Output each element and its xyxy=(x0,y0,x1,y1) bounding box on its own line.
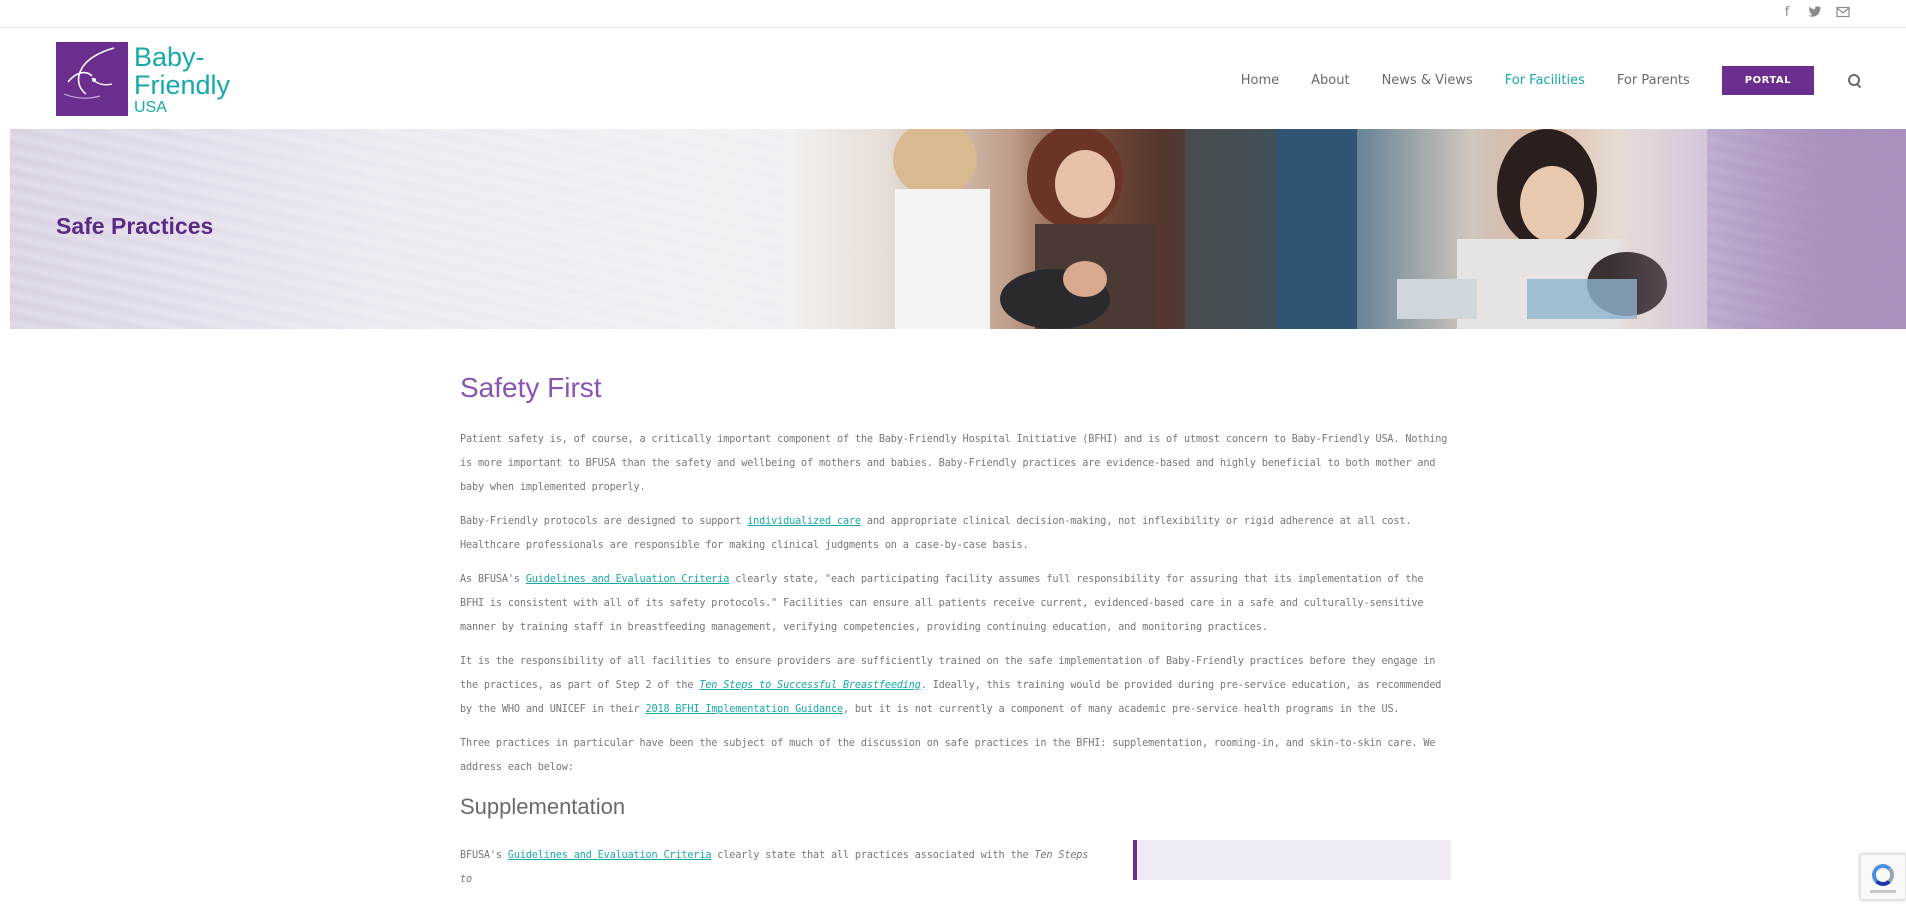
link-bfhi-implementation-guidance[interactable]: 2018 BFHI Implementation Guidance xyxy=(646,704,844,715)
social-bar: f xyxy=(0,0,1906,28)
paragraph-responsibility: It is the responsibility of all faciliti… xyxy=(460,650,1450,722)
page-title: Safe Practices xyxy=(56,213,214,239)
callout-box xyxy=(1133,840,1451,880)
link-individualized-care[interactable]: individualized care xyxy=(747,516,861,527)
paragraph-patient-safety: Patient safety is, of course, a critical… xyxy=(460,434,1448,493)
logo-line-1: Baby- xyxy=(134,42,205,72)
paragraph-supplementation: BFUSA's Guidelines and Evaluation Criter… xyxy=(460,844,1100,892)
nav-item-for-parents[interactable]: For Parents xyxy=(1617,73,1690,88)
hero-fade xyxy=(1610,129,1906,329)
text: clearly state that all practices associa… xyxy=(711,850,1035,861)
site-header: Baby- Friendly USA Home About News & Vie… xyxy=(0,28,1906,129)
logo-line-2: Friendly xyxy=(134,70,231,100)
section-title-safety-first: Safety First xyxy=(460,372,602,403)
paragraph-protocols: Baby-Friendly protocols are designed to … xyxy=(460,510,1450,558)
link-guidelines-criteria-2[interactable]: Guidelines and Evaluation Criteria xyxy=(508,850,712,861)
text: As BFUSA's xyxy=(460,574,526,585)
recaptcha-text-bar xyxy=(1870,890,1896,893)
hero-banner: Safe Practices xyxy=(10,129,1906,329)
hero-photo-nurse-mother-baby xyxy=(785,129,1285,329)
nav-item-about[interactable]: About xyxy=(1311,73,1349,88)
site-logo[interactable]: Baby- Friendly USA xyxy=(56,42,230,116)
main-nav: Home About News & Views For Facilities F… xyxy=(1209,66,1862,95)
link-guidelines-criteria[interactable]: Guidelines and Evaluation Criteria xyxy=(526,574,730,585)
logo-wordmark: Baby- Friendly USA xyxy=(134,42,230,116)
recaptcha-badge[interactable] xyxy=(1860,854,1906,900)
link-ten-steps[interactable]: Ten Steps to Successful Breastfeeding xyxy=(699,680,921,691)
nav-item-for-facilities[interactable]: For Facilities xyxy=(1505,73,1585,88)
supplementation-row: BFUSA's Guidelines and Evaluation Criter… xyxy=(460,840,1451,885)
logo-mark-icon xyxy=(56,42,128,116)
nav-item-home[interactable]: Home xyxy=(1241,73,1279,88)
email-icon[interactable] xyxy=(1836,6,1850,20)
paragraph-guidelines: As BFUSA's Guidelines and Evaluation Cri… xyxy=(460,568,1450,640)
section-title-supplementation: Supplementation xyxy=(460,794,626,819)
main-content: Safety First Patient safety is, of cours… xyxy=(460,372,1451,885)
twitter-icon[interactable] xyxy=(1808,6,1822,20)
social-icons: f xyxy=(1780,6,1850,20)
paragraph-three-practices: Three practices in particular have been … xyxy=(460,738,1436,773)
search-icon[interactable] xyxy=(1848,73,1862,88)
text: BFUSA's xyxy=(460,850,508,861)
recaptcha-icon xyxy=(1872,864,1894,886)
text: , but it is not currently a component of… xyxy=(842,704,1400,715)
text: Baby-Friendly protocols are designed to … xyxy=(460,516,748,527)
facebook-icon[interactable]: f xyxy=(1780,6,1794,20)
logo-line-3: USA xyxy=(134,99,167,116)
nav-item-news-views[interactable]: News & Views xyxy=(1382,73,1473,88)
portal-button[interactable]: PORTAL xyxy=(1721,66,1814,95)
